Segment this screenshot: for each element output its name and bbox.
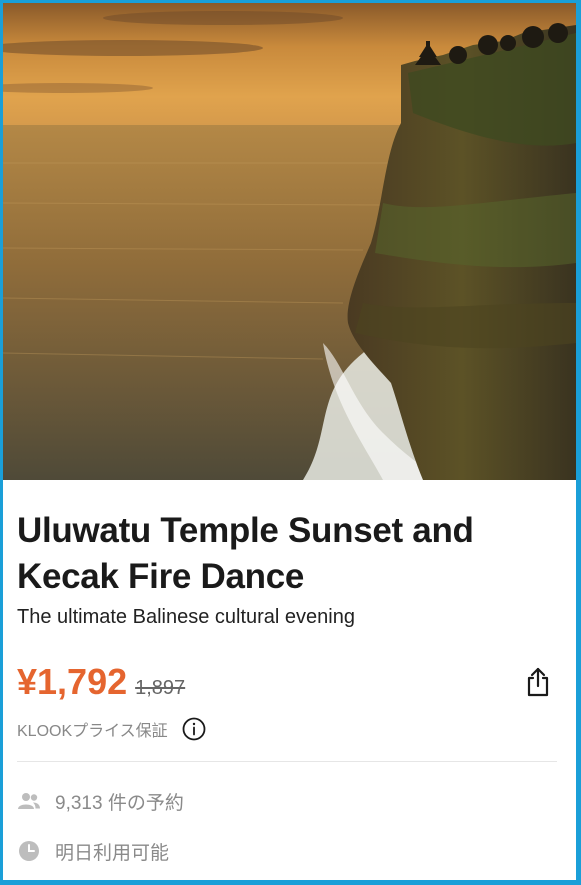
activity-card: Uluwatu Temple Sunset and Kecak Fire Dan… — [3, 3, 576, 880]
info-icon[interactable] — [182, 717, 206, 741]
activity-subtitle: The ultimate Balinese cultural evening — [17, 606, 355, 628]
share-button[interactable] — [519, 663, 557, 701]
divider — [17, 761, 557, 762]
bookings-count: 9,313 件の予約 — [55, 792, 184, 814]
price-guarantee: KLOOKプライス保証 — [17, 714, 206, 744]
price-guarantee-label: KLOOKプライス保証 — [17, 723, 168, 740]
current-price: ¥1,792 — [17, 661, 128, 702]
activity-title: Uluwatu Temple Sunset and Kecak Fire Dan… — [17, 511, 474, 596]
users-icon — [17, 789, 41, 813]
availability-row: 明日利用可能 — [17, 837, 169, 865]
bookings-row: 9,313 件の予約 — [17, 787, 184, 815]
original-price: 1,897 — [135, 677, 186, 699]
price-row: ¥1,792 1,897 — [17, 659, 185, 705]
hero-image — [3, 3, 576, 480]
availability-text: 明日利用可能 — [55, 842, 170, 864]
share-icon — [527, 667, 549, 697]
clock-icon — [17, 839, 41, 863]
